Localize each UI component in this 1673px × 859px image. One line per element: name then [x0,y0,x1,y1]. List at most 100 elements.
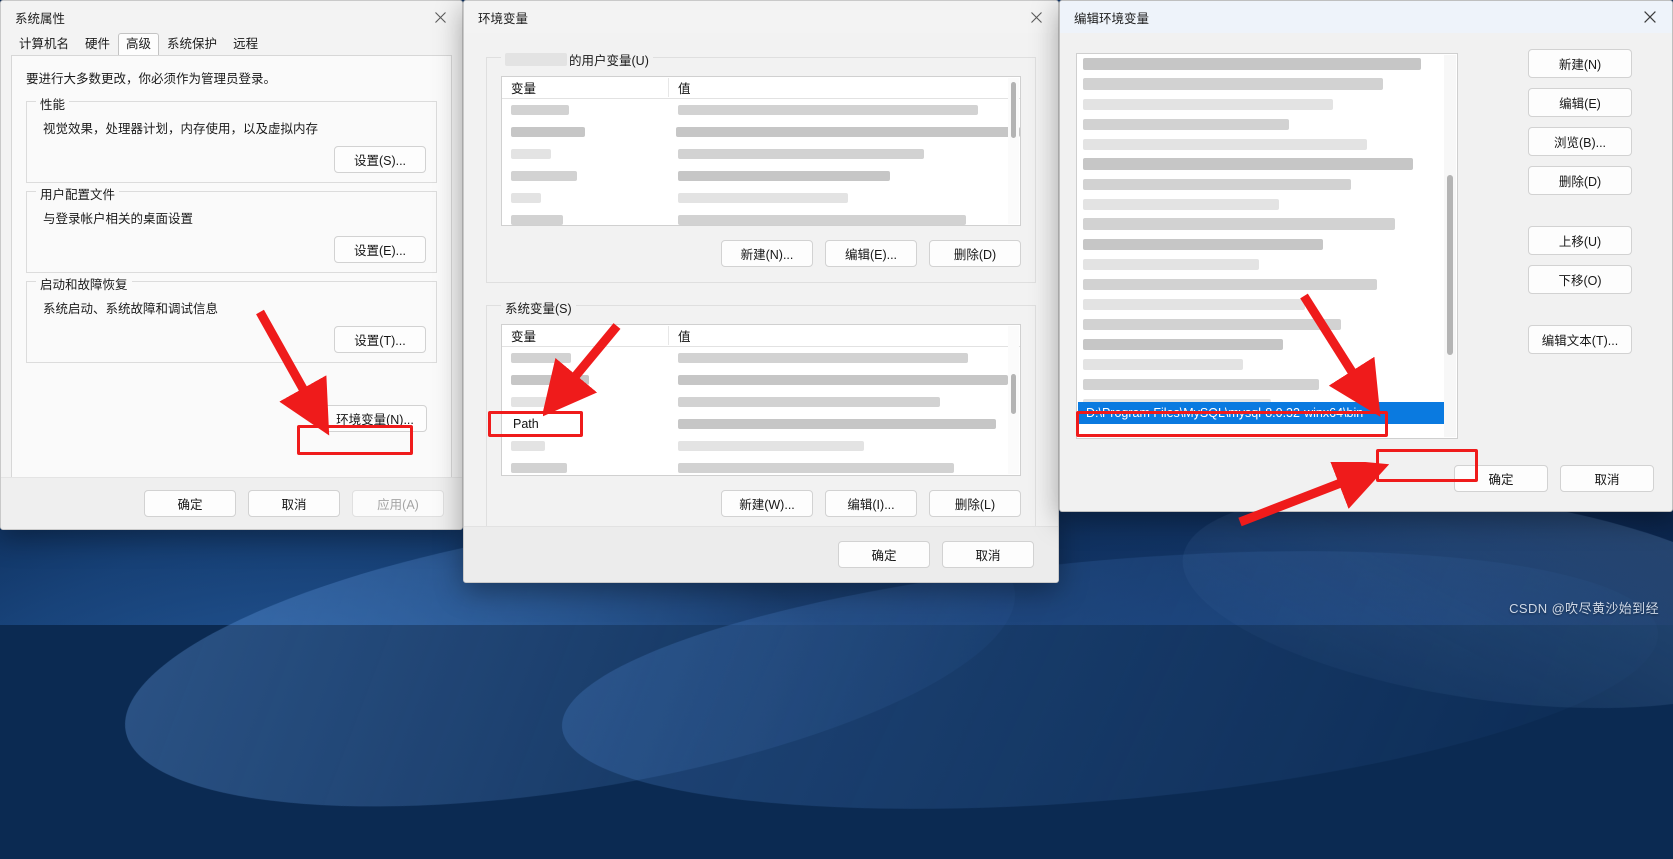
close-icon[interactable] [418,1,462,33]
close-icon[interactable] [1014,1,1058,33]
table-row[interactable] [502,369,1020,391]
edit-text-button[interactable]: 编辑文本(T)... [1528,325,1632,354]
user-variables-legend-suffix: 的用户变量(U) [569,54,649,68]
ok-button[interactable]: 确定 [838,541,930,568]
list-item[interactable] [1077,94,1457,114]
table-row[interactable] [502,187,1020,209]
advanced-tab-panel: 要进行大多数更改，你必须作为管理员登录。 性能 视觉效果，处理器计划，内存使用，… [11,55,452,485]
environment-variables-titlebar: 环境变量 [464,1,1058,33]
table-row[interactable] [502,435,1020,457]
list-item[interactable] [1077,374,1457,394]
system-variables-scrollbar[interactable] [1008,326,1019,474]
table-row-path[interactable]: Path [502,413,1020,435]
path-list-scrollbar[interactable] [1444,55,1456,437]
user-profiles-description: 与登录帐户相关的桌面设置 [43,212,194,226]
list-item[interactable] [1077,194,1457,214]
performance-description: 视觉效果，处理器计划，内存使用，以及虚拟内存 [43,122,319,136]
ok-button[interactable]: 确定 [144,490,236,517]
list-item[interactable] [1077,214,1457,234]
list-item[interactable] [1077,254,1457,274]
system-edit-button[interactable]: 编辑(I)... [825,490,917,517]
environment-variables-footer: 确定 取消 [464,526,1058,582]
cancel-button[interactable]: 取消 [248,490,340,517]
browse-button[interactable]: 浏览(B)... [1528,127,1632,156]
user-variables-list[interactable]: 变量 值 [501,76,1021,226]
system-variables-group-legend: 系统变量(S) [501,298,576,317]
user-variables-header: 变量 值 [502,77,1020,99]
new-button[interactable]: 新建(N) [1528,49,1632,78]
list-item[interactable] [1077,234,1457,254]
selected-path-entry[interactable]: D:\Program Files\MySQL\mysql-8.0.32-winx… [1078,402,1456,424]
table-row[interactable] [502,391,1020,413]
list-item[interactable] [1077,54,1457,74]
tab-computer-name[interactable]: 计算机名 [11,33,77,55]
environment-variables-title: 环境变量 [478,11,529,26]
redacted-username [505,53,567,66]
list-item[interactable] [1077,334,1457,354]
user-new-button[interactable]: 新建(N)... [721,240,813,267]
list-item[interactable] [1077,314,1457,334]
system-new-button[interactable]: 新建(W)... [721,490,813,517]
scrollbar-thumb[interactable] [1447,175,1453,355]
delete-button[interactable]: 删除(D) [1528,166,1632,195]
list-item[interactable] [1077,74,1457,94]
table-row[interactable] [502,165,1020,187]
user-variables-scrollbar[interactable] [1008,78,1019,224]
system-properties-titlebar: 系统属性 [1,1,462,33]
list-item[interactable] [1077,114,1457,134]
user-edit-button[interactable]: 编辑(E)... [825,240,917,267]
system-variables-group: 系统变量(S) 变量 值 Path 新建(W)... 编辑(I)... 删除(L… [486,298,1036,533]
environment-variables-window[interactable]: 环境变量 的用户变量(U) 变量 值 新建(N)... 编辑(E)... 删除(… [463,0,1059,583]
user-profiles-settings-button[interactable]: 设置(E)... [334,236,426,263]
table-row[interactable] [502,457,1020,475]
column-header-value: 值 [678,330,691,344]
column-header-variable: 变量 [502,78,669,97]
list-item[interactable] [1077,134,1457,154]
table-row[interactable] [502,347,1020,369]
list-item[interactable] [1077,174,1457,194]
edit-environment-variable-window[interactable]: 编辑环境变量 D:\Program Files\MySQL\mysql-8.0.… [1059,0,1673,512]
move-down-button[interactable]: 下移(O) [1528,265,1632,294]
path-variable-name: Path [513,417,539,431]
table-row[interactable] [502,121,1020,143]
performance-group-legend: 性能 [36,94,70,113]
table-row[interactable] [502,99,1020,121]
list-item[interactable] [1077,354,1457,374]
path-entries-list[interactable]: D:\Program Files\MySQL\mysql-8.0.32-winx… [1076,53,1458,439]
close-icon[interactable] [1628,1,1672,33]
ok-button[interactable]: 确定 [1454,465,1548,492]
edit-env-titlebar: 编辑环境变量 [1060,1,1672,33]
edit-env-footer: 确定 取消 [1060,453,1672,511]
user-variables-group: 的用户变量(U) 变量 值 新建(N)... 编辑(E)... 删除(D) [486,50,1036,283]
performance-settings-button[interactable]: 设置(S)... [334,146,426,173]
list-item[interactable] [1077,154,1457,174]
tab-remote[interactable]: 远程 [225,33,266,55]
user-delete-button[interactable]: 删除(D) [929,240,1021,267]
system-delete-button[interactable]: 删除(L) [929,490,1021,517]
scrollbar-thumb[interactable] [1011,82,1016,138]
startup-recovery-group-legend: 启动和故障恢复 [36,274,132,293]
startup-recovery-group: 启动和故障恢复 系统启动、系统故障和调试信息 设置(T)... [26,274,437,363]
system-properties-title: 系统属性 [15,11,66,26]
cancel-button[interactable]: 取消 [1560,465,1654,492]
table-row[interactable] [502,143,1020,165]
user-variables-group-legend: 的用户变量(U) [501,50,653,69]
system-variables-header: 变量 值 [502,325,1020,347]
tab-hardware[interactable]: 硬件 [77,33,118,55]
move-up-button[interactable]: 上移(U) [1528,226,1632,255]
system-properties-tabstrip[interactable]: 计算机名 硬件 高级 系统保护 远程 [1,33,462,55]
apply-button: 应用(A) [352,490,444,517]
cancel-button[interactable]: 取消 [942,541,1034,568]
csdn-watermark: CSDN @吹尽黄沙始到经 [1509,601,1659,616]
list-item[interactable] [1077,294,1457,314]
edit-button[interactable]: 编辑(E) [1528,88,1632,117]
tab-advanced[interactable]: 高级 [118,33,160,55]
table-row[interactable] [502,209,1020,225]
list-item[interactable] [1077,274,1457,294]
system-properties-window[interactable]: 系统属性 计算机名 硬件 高级 系统保护 远程 要进行大多数更改，你必须作为管理… [0,0,463,530]
startup-recovery-settings-button[interactable]: 设置(T)... [334,326,426,353]
scrollbar-thumb[interactable] [1011,374,1016,414]
environment-variables-button[interactable]: 环境变量(N)... [323,405,427,432]
system-variables-list[interactable]: 变量 值 Path [501,324,1021,476]
tab-system-protection[interactable]: 系统保护 [159,33,225,55]
